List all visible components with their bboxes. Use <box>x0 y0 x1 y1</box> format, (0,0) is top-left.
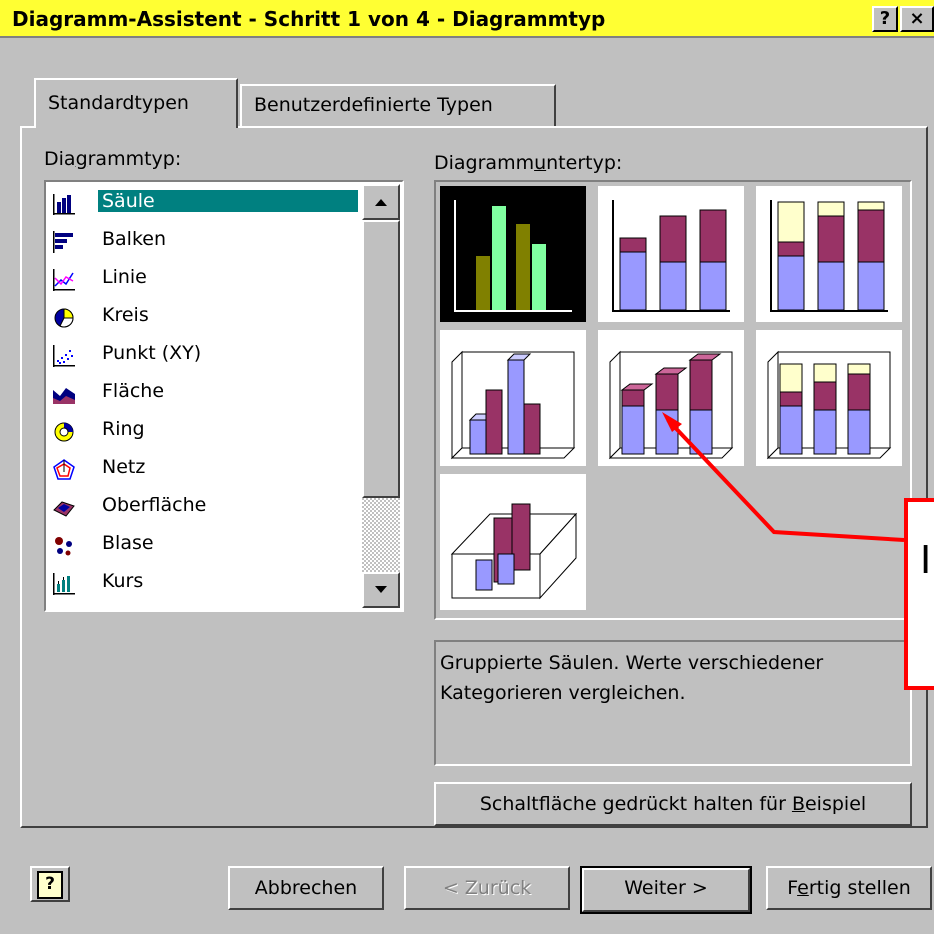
annotation-arrow <box>662 412 905 542</box>
tab-label: Standardtypen <box>48 92 189 114</box>
tab-standard-types[interactable]: Standardtypen <box>34 78 238 128</box>
annotation-callout: I <box>904 498 934 690</box>
annotation-text: I <box>920 538 932 582</box>
